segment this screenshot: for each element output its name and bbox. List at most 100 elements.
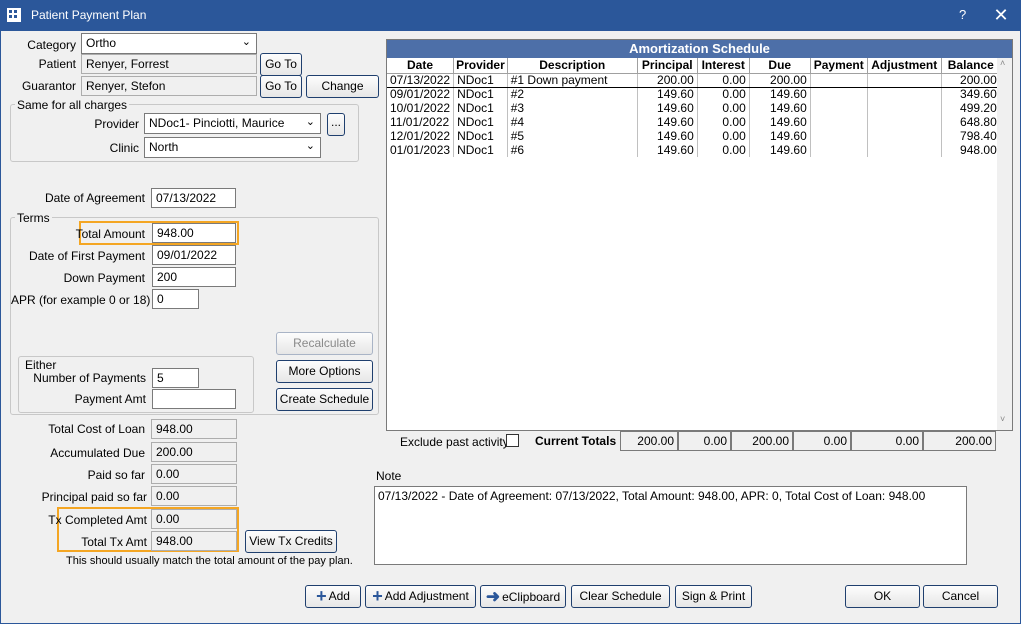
total-amount-input[interactable]: 948.00 <box>152 223 236 243</box>
table-cell <box>810 101 868 115</box>
add-button[interactable]: + Add <box>305 585 361 608</box>
category-select[interactable]: Ortho ⌄ <box>81 33 257 54</box>
guarantor-label: Guarantor <box>21 79 76 93</box>
plus-icon: + <box>316 586 327 606</box>
paid-so-far-field: 0.00 <box>151 464 237 484</box>
schedule-header-row: Date Provider Description Principal Inte… <box>387 58 1001 74</box>
table-cell: 499.20 <box>941 101 1001 115</box>
num-payments-input[interactable]: 5 <box>152 368 199 388</box>
terms-title: Terms <box>15 211 52 225</box>
table-row[interactable]: 07/13/2022 NDoc1 #1 Down payment 200.00 0.00… <box>387 73 1001 88</box>
window-title: Patient Payment Plan <box>31 8 147 22</box>
amortization-grid[interactable]: Amortization Schedule Date Provider Desc… <box>386 39 1013 431</box>
table-cell: NDoc1 <box>453 143 508 157</box>
scroll-down-icon[interactable]: ˅ <box>1000 414 1005 424</box>
table-row[interactable]: 12/01/2022 NDoc1 #5 149.60 0.00 149.60 798.40 <box>387 129 1001 143</box>
guarantor-goto-button[interactable]: Go To <box>260 75 302 98</box>
grid-scrollbar[interactable]: ˄ ˅ <box>997 58 1012 430</box>
clinic-select[interactable]: North ⌄ <box>144 137 321 158</box>
column-header[interactable]: Adjustment <box>867 58 942 74</box>
change-guarantor-button[interactable]: Change <box>306 75 379 98</box>
date-first-payment-label: Date of First Payment <box>28 249 145 263</box>
help-icon[interactable]: ? <box>959 7 966 22</box>
table-cell: NDoc1 <box>453 129 508 143</box>
total-tx-field: 948.00 <box>151 531 237 551</box>
column-header[interactable]: Date <box>387 58 455 74</box>
provider-label: Provider <box>94 117 139 131</box>
total-cost-label: Total Cost of Loan <box>48 422 145 436</box>
payment-amt-input[interactable] <box>152 389 236 409</box>
table-cell: 200.00 <box>941 73 1001 88</box>
cancel-button[interactable]: Cancel <box>923 585 998 608</box>
table-cell <box>810 143 868 157</box>
table-cell: 149.60 <box>637 101 698 115</box>
table-cell <box>810 73 868 88</box>
table-cell: 0.00 <box>697 129 750 143</box>
total-balance: 200.00 <box>923 431 996 451</box>
table-cell: #4 <box>507 115 638 129</box>
table-cell: NDoc1 <box>453 101 508 115</box>
create-schedule-button[interactable]: Create Schedule <box>276 388 373 411</box>
grid-app-icon <box>7 8 21 22</box>
apr-input[interactable]: 0 <box>152 289 199 309</box>
recalculate-button[interactable]: Recalculate <box>276 332 373 355</box>
table-cell: 200.00 <box>637 73 698 88</box>
table-cell: 149.60 <box>749 101 811 115</box>
column-header[interactable]: Balance <box>941 58 1001 74</box>
total-cost-field: 948.00 <box>151 419 237 439</box>
category-label: Category <box>27 38 76 52</box>
table-cell: 149.60 <box>637 115 698 129</box>
eclipboard-button[interactable]: ➜ eClipboard <box>480 585 566 608</box>
provider-value: NDoc1- Pinciotti, Maurice <box>149 116 285 130</box>
table-cell: 07/13/2022 <box>387 73 455 88</box>
principal-paid-label: Principal paid so far <box>41 490 147 504</box>
total-due: 200.00 <box>731 431 793 451</box>
table-row[interactable]: 11/01/2022 NDoc1 #4 149.60 0.00 149.60 648.80 <box>387 115 1001 129</box>
table-cell <box>867 101 942 115</box>
clear-schedule-button[interactable]: Clear Schedule <box>571 585 670 608</box>
table-cell: #5 <box>507 129 638 143</box>
table-cell: 09/01/2022 <box>387 87 455 101</box>
scroll-up-icon[interactable]: ˄ <box>1000 58 1005 68</box>
table-row[interactable]: 09/01/2022 NDoc1 #2 149.60 0.00 149.60 349.60 <box>387 87 1001 101</box>
column-header[interactable]: Due <box>749 58 811 74</box>
clinic-value: North <box>149 140 179 154</box>
patient-goto-button[interactable]: Go To <box>260 53 302 76</box>
note-textarea[interactable]: 07/13/2022 - Date of Agreement: 07/13/20… <box>374 486 967 565</box>
ok-button[interactable]: OK <box>845 585 920 608</box>
table-cell: 648.80 <box>941 115 1001 129</box>
date-agreement-input[interactable]: 07/13/2022 <box>151 188 236 208</box>
plus-icon: + <box>372 586 383 606</box>
add-label: Add <box>328 589 350 603</box>
provider-pick-button[interactable]: ... <box>327 113 345 136</box>
either-title: Either <box>23 358 59 372</box>
table-cell <box>867 115 942 129</box>
sign-print-button[interactable]: Sign & Print <box>675 585 752 608</box>
grid-title: Amortization Schedule <box>387 40 1012 58</box>
current-totals-label: Current Totals <box>535 434 617 448</box>
table-cell: 149.60 <box>637 129 698 143</box>
table-cell: 0.00 <box>697 115 750 129</box>
column-header[interactable]: Interest <box>697 58 750 74</box>
add-adjustment-button[interactable]: + Add Adjustment <box>365 585 476 608</box>
more-options-button[interactable]: More Options <box>276 360 373 383</box>
provider-select[interactable]: NDoc1- Pinciotti, Maurice ⌄ <box>144 113 321 134</box>
total-principal: 200.00 <box>620 431 678 451</box>
column-header[interactable]: Principal <box>637 58 698 74</box>
column-header[interactable]: Provider <box>453 58 508 74</box>
clinic-label: Clinic <box>109 141 139 155</box>
date-agreement-label: Date of Agreement <box>44 191 145 205</box>
down-payment-input[interactable]: 200 <box>152 267 236 287</box>
view-tx-credits-button[interactable]: View Tx Credits <box>245 530 337 553</box>
category-value: Ortho <box>86 36 117 50</box>
table-cell: 149.60 <box>749 143 811 157</box>
exclude-past-checkbox[interactable] <box>506 434 519 447</box>
table-row[interactable]: 10/01/2022 NDoc1 #3 149.60 0.00 149.60 499.20 <box>387 101 1001 115</box>
date-first-payment-input[interactable]: 09/01/2022 <box>152 245 236 265</box>
column-header[interactable]: Payment <box>810 58 868 74</box>
column-header[interactable]: Description <box>507 58 638 74</box>
close-icon[interactable]: ✕ <box>989 3 1013 27</box>
table-row[interactable]: 01/01/2023 NDoc1 #6 149.60 0.00 149.60 948.00 <box>387 143 1001 157</box>
table-cell: 11/01/2022 <box>387 115 455 129</box>
table-cell <box>867 73 942 88</box>
